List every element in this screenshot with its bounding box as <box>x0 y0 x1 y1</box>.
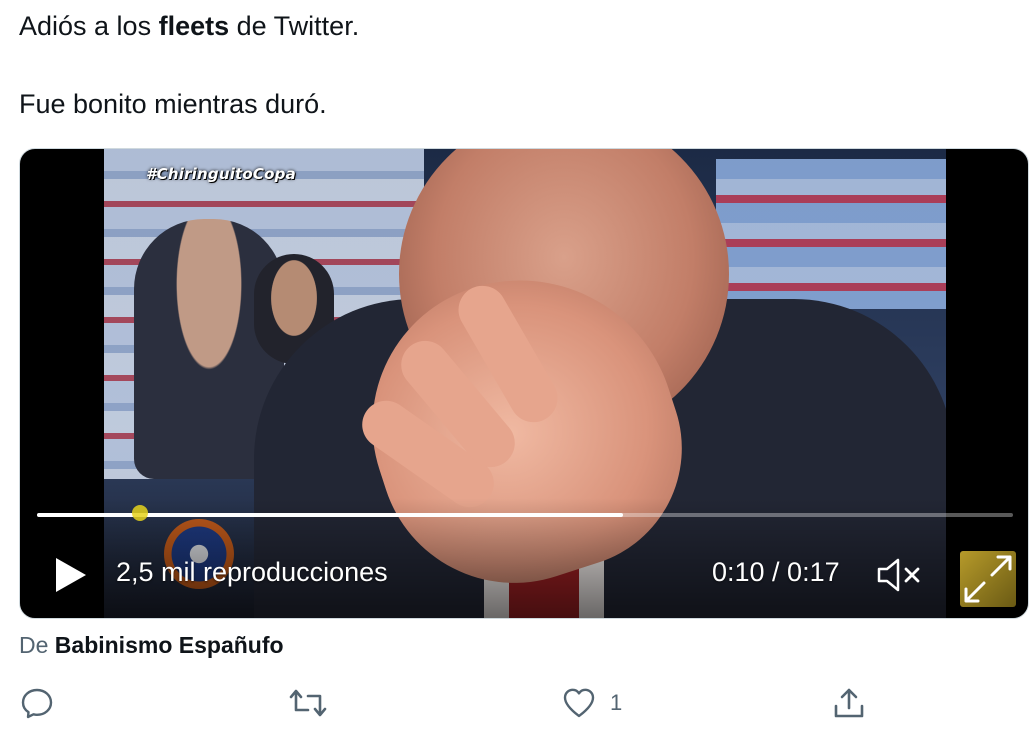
tweet-text: Adiós a los fleets de Twitter. Fue bonit… <box>19 8 359 122</box>
retweet-button[interactable] <box>288 686 328 720</box>
play-icon <box>56 558 86 592</box>
progress-bar[interactable] <box>37 513 1013 517</box>
fullscreen-icon <box>964 555 1012 603</box>
tweet-line-1: Adiós a los fleets de Twitter. <box>19 11 360 41</box>
fullscreen-button[interactable] <box>960 551 1016 607</box>
tweet-actions: 1 <box>0 680 1036 730</box>
tweet-line-2: Fue bonito mientras duró. <box>19 89 327 119</box>
like-button[interactable]: 1 <box>562 686 622 720</box>
progress-handle[interactable] <box>132 505 148 521</box>
progress-fill <box>37 513 623 517</box>
video-player[interactable]: #ChiringuitoCopa 2,5 mil reproducciones … <box>19 148 1029 619</box>
share-button[interactable] <box>832 686 866 720</box>
tweet-bold-word: fleets <box>158 11 230 41</box>
mute-button[interactable] <box>876 557 924 593</box>
reply-icon <box>21 688 53 719</box>
heart-icon <box>563 688 595 718</box>
play-button[interactable] <box>52 555 88 595</box>
share-icon <box>834 688 864 718</box>
video-time: 0:10 / 0:17 <box>712 557 840 587</box>
volume-muted-icon <box>877 558 920 592</box>
reply-button[interactable] <box>20 686 54 720</box>
retweet-icon <box>289 689 327 717</box>
view-count: 2,5 mil reproducciones <box>116 557 388 587</box>
source-author-link[interactable]: Babinismo Españufo <box>55 632 284 658</box>
video-source: De Babinismo Españufo <box>19 632 284 658</box>
like-count: 1 <box>610 690 623 715</box>
video-hashtag-overlay: #ChiringuitoCopa <box>146 165 296 183</box>
